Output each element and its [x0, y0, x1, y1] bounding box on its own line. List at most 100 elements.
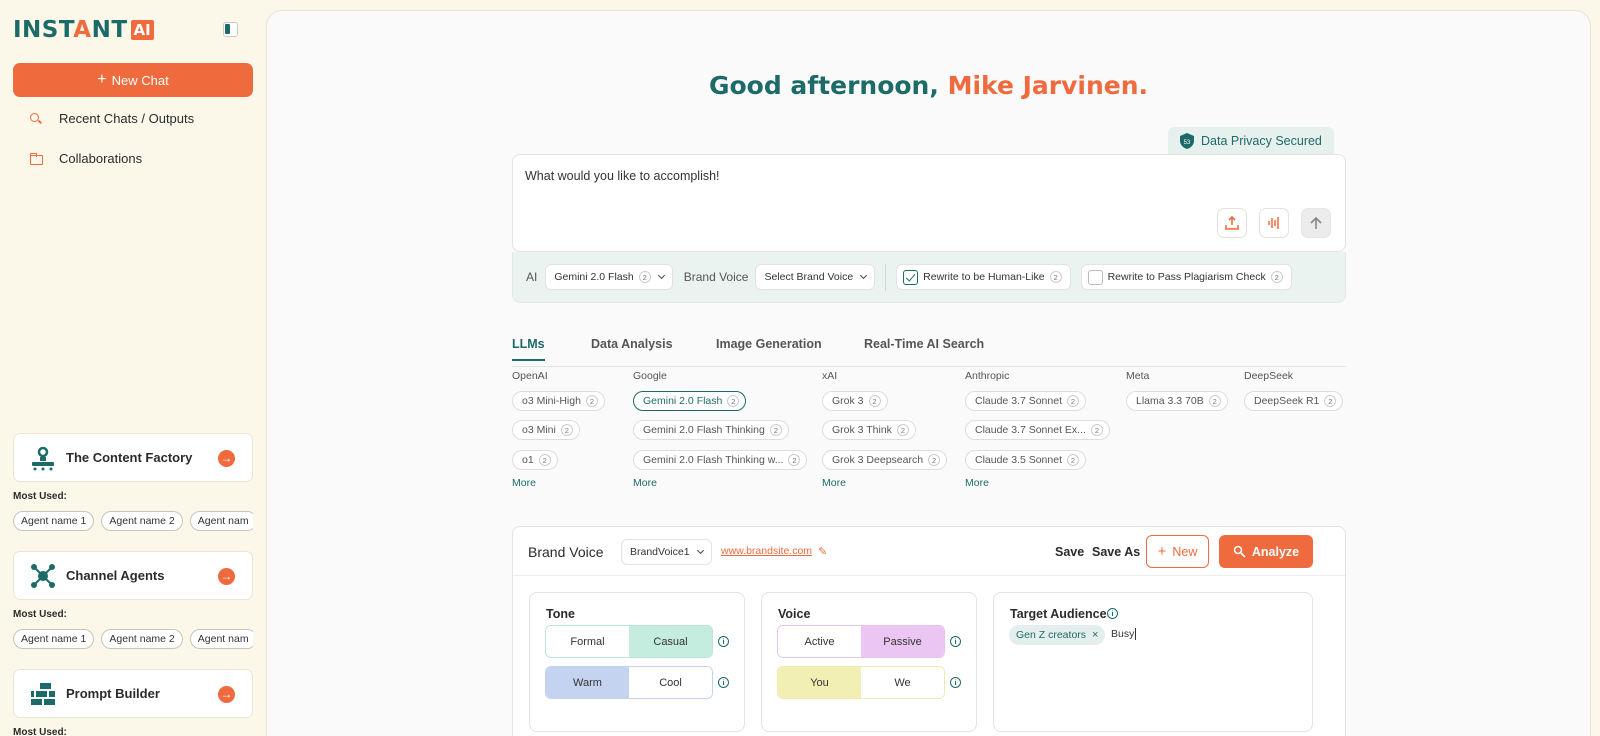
brand-voice-profile-select[interactable]: BrandVoice1: [621, 539, 712, 565]
svg-text:53: 53: [1184, 140, 1191, 146]
help-badge[interactable]: 2: [638, 271, 651, 283]
model-chip[interactable]: Grok 3 Deepsearch 2: [822, 450, 948, 470]
agent-card-channel-agents[interactable]: Channel Agents →: [13, 551, 253, 600]
edit-pencil-icon[interactable]: ✎: [818, 545, 827, 558]
help-badge[interactable]: 2: [1270, 271, 1283, 283]
voice-person-toggle[interactable]: You We: [777, 666, 945, 699]
checkbox-unchecked-icon[interactable]: [1087, 269, 1103, 285]
model-chip[interactable]: Claude 3.7 Sonnet 2: [965, 391, 1086, 411]
model-chip[interactable]: Grok 3 Think 2: [822, 420, 916, 440]
help-badge[interactable]: 2: [896, 424, 909, 436]
arrow-right-icon[interactable]: →: [218, 568, 235, 585]
help-badge[interactable]: 2: [769, 424, 782, 436]
tone-formal-option[interactable]: Formal: [546, 626, 629, 657]
more-link[interactable]: More: [633, 477, 657, 489]
agent-card-prompt-builder[interactable]: Prompt Builder →: [13, 669, 253, 718]
agent-chip[interactable]: Agent name 2: [101, 629, 183, 649]
tone-warm-option[interactable]: Warm: [546, 667, 629, 698]
help-badge[interactable]: 2: [585, 395, 598, 407]
help-badge[interactable]: 2: [1090, 424, 1103, 436]
arrow-right-icon[interactable]: →: [218, 686, 235, 703]
audience-input[interactable]: Busy: [1111, 628, 1137, 640]
new-chat-button[interactable]: + New Chat: [13, 63, 253, 97]
voice-input-button[interactable]: [1259, 208, 1289, 238]
checkbox-checked-icon[interactable]: [903, 269, 919, 285]
folder-icon: [29, 152, 43, 166]
tab-data-analysis[interactable]: Data Analysis: [591, 337, 673, 359]
save-as-button[interactable]: Save As: [1092, 545, 1140, 559]
brand-site-link[interactable]: www.brandsite.com: [721, 545, 812, 557]
upload-button[interactable]: [1217, 208, 1247, 238]
voice-passive-option[interactable]: Passive: [861, 626, 944, 657]
info-icon[interactable]: i: [950, 677, 961, 688]
tab-llms[interactable]: LLMs: [512, 337, 545, 361]
app-logo[interactable]: INSTANT AI: [13, 17, 154, 43]
save-button[interactable]: Save: [1055, 545, 1084, 559]
agent-chip[interactable]: Agent nam: [189, 511, 253, 531]
tab-real-time-ai-search[interactable]: Real-Time AI Search: [864, 337, 984, 359]
help-badge[interactable]: 2: [1066, 395, 1079, 407]
sidebar: INSTANT AI + New Chat Recent Chats / Out…: [0, 0, 266, 736]
info-icon[interactable]: i: [718, 636, 729, 647]
info-icon[interactable]: i: [718, 677, 729, 688]
tone-warmth-toggle[interactable]: Warm Cool: [545, 666, 713, 699]
send-button[interactable]: [1301, 208, 1331, 238]
voice-we-option[interactable]: We: [861, 667, 944, 698]
model-chip[interactable]: o1 2: [512, 450, 558, 470]
agent-card-content-factory[interactable]: The Content Factory →: [13, 433, 253, 482]
logo-wordmark: INSTANT: [13, 17, 128, 43]
info-icon[interactable]: i: [1107, 608, 1118, 619]
arrow-right-icon[interactable]: →: [218, 450, 235, 467]
help-badge[interactable]: 2: [1049, 271, 1062, 283]
model-chip[interactable]: DeepSeek R1 2: [1244, 391, 1344, 411]
help-badge[interactable]: 2: [868, 395, 881, 407]
help-badge[interactable]: 2: [928, 454, 941, 466]
model-chip[interactable]: Claude 3.7 Sonnet Ex... 2: [965, 420, 1110, 440]
model-chip[interactable]: o3 Mini-High 2: [512, 391, 605, 411]
tone-cool-option[interactable]: Cool: [629, 667, 712, 698]
agent-chip[interactable]: Agent name 2: [101, 511, 183, 531]
agent-chip[interactable]: Agent name 1: [13, 511, 95, 531]
chevron-down-icon: [860, 271, 868, 280]
info-icon[interactable]: i: [950, 636, 961, 647]
agent-chip[interactable]: Agent name 1: [13, 629, 95, 649]
voice-you-option[interactable]: You: [778, 667, 861, 698]
new-brand-voice-button[interactable]: + New: [1146, 535, 1209, 568]
tone-formality-toggle[interactable]: Formal Casual: [545, 625, 713, 658]
model-chip-selected[interactable]: Gemini 2.0 Flash 2: [633, 391, 747, 411]
voice-title: Voice: [778, 607, 811, 621]
remove-tag-icon[interactable]: ×: [1092, 629, 1098, 641]
plagiarism-checkbox[interactable]: Rewrite to Pass Plagiarism Check 2: [1080, 264, 1292, 290]
human-like-checkbox[interactable]: Rewrite to be Human-Like 2: [896, 264, 1071, 290]
help-badge[interactable]: 2: [1066, 454, 1079, 466]
model-chip[interactable]: Claude 3.5 Sonnet 2: [965, 450, 1086, 470]
more-link[interactable]: More: [822, 477, 846, 489]
agent-chip[interactable]: Agent nam: [189, 629, 253, 649]
model-chip[interactable]: o3 Mini 2: [512, 420, 580, 440]
model-chip[interactable]: Gemini 2.0 Flash Thinking w... 2: [633, 450, 808, 470]
sidebar-item-recent-chats[interactable]: Recent Chats / Outputs: [29, 111, 194, 126]
analyze-button[interactable]: Analyze: [1219, 535, 1313, 568]
sidebar-toggle-icon[interactable]: [223, 22, 238, 37]
brand-voice-select[interactable]: Select Brand Voice: [755, 264, 876, 290]
most-used-label: Most Used:: [13, 609, 67, 620]
model-chip[interactable]: Grok 32: [822, 391, 888, 411]
prompt-input[interactable]: What would you like to accomplish!: [512, 154, 1346, 252]
more-link[interactable]: More: [512, 477, 536, 489]
tone-casual-option[interactable]: Casual: [629, 626, 712, 657]
ai-model-select[interactable]: Gemini 2.0 Flash 2: [545, 264, 673, 290]
voice-active-passive-toggle[interactable]: Active Passive: [777, 625, 945, 658]
model-chip[interactable]: Llama 3.3 70B 2: [1126, 391, 1228, 411]
voice-active-option[interactable]: Active: [778, 626, 861, 657]
help-badge[interactable]: 2: [538, 454, 551, 466]
more-link[interactable]: More: [965, 477, 989, 489]
help-badge[interactable]: 2: [788, 454, 801, 466]
help-badge[interactable]: 2: [1324, 395, 1337, 407]
help-badge[interactable]: 2: [727, 395, 740, 407]
tab-image-generation[interactable]: Image Generation: [716, 337, 822, 359]
brand-voice-panel: Brand Voice BrandVoice1 www.brandsite.co…: [512, 526, 1346, 736]
help-badge[interactable]: 2: [560, 424, 573, 436]
sidebar-item-collaborations[interactable]: Collaborations: [29, 151, 142, 166]
help-badge[interactable]: 2: [1208, 395, 1221, 407]
model-chip[interactable]: Gemini 2.0 Flash Thinking 2: [633, 420, 789, 440]
